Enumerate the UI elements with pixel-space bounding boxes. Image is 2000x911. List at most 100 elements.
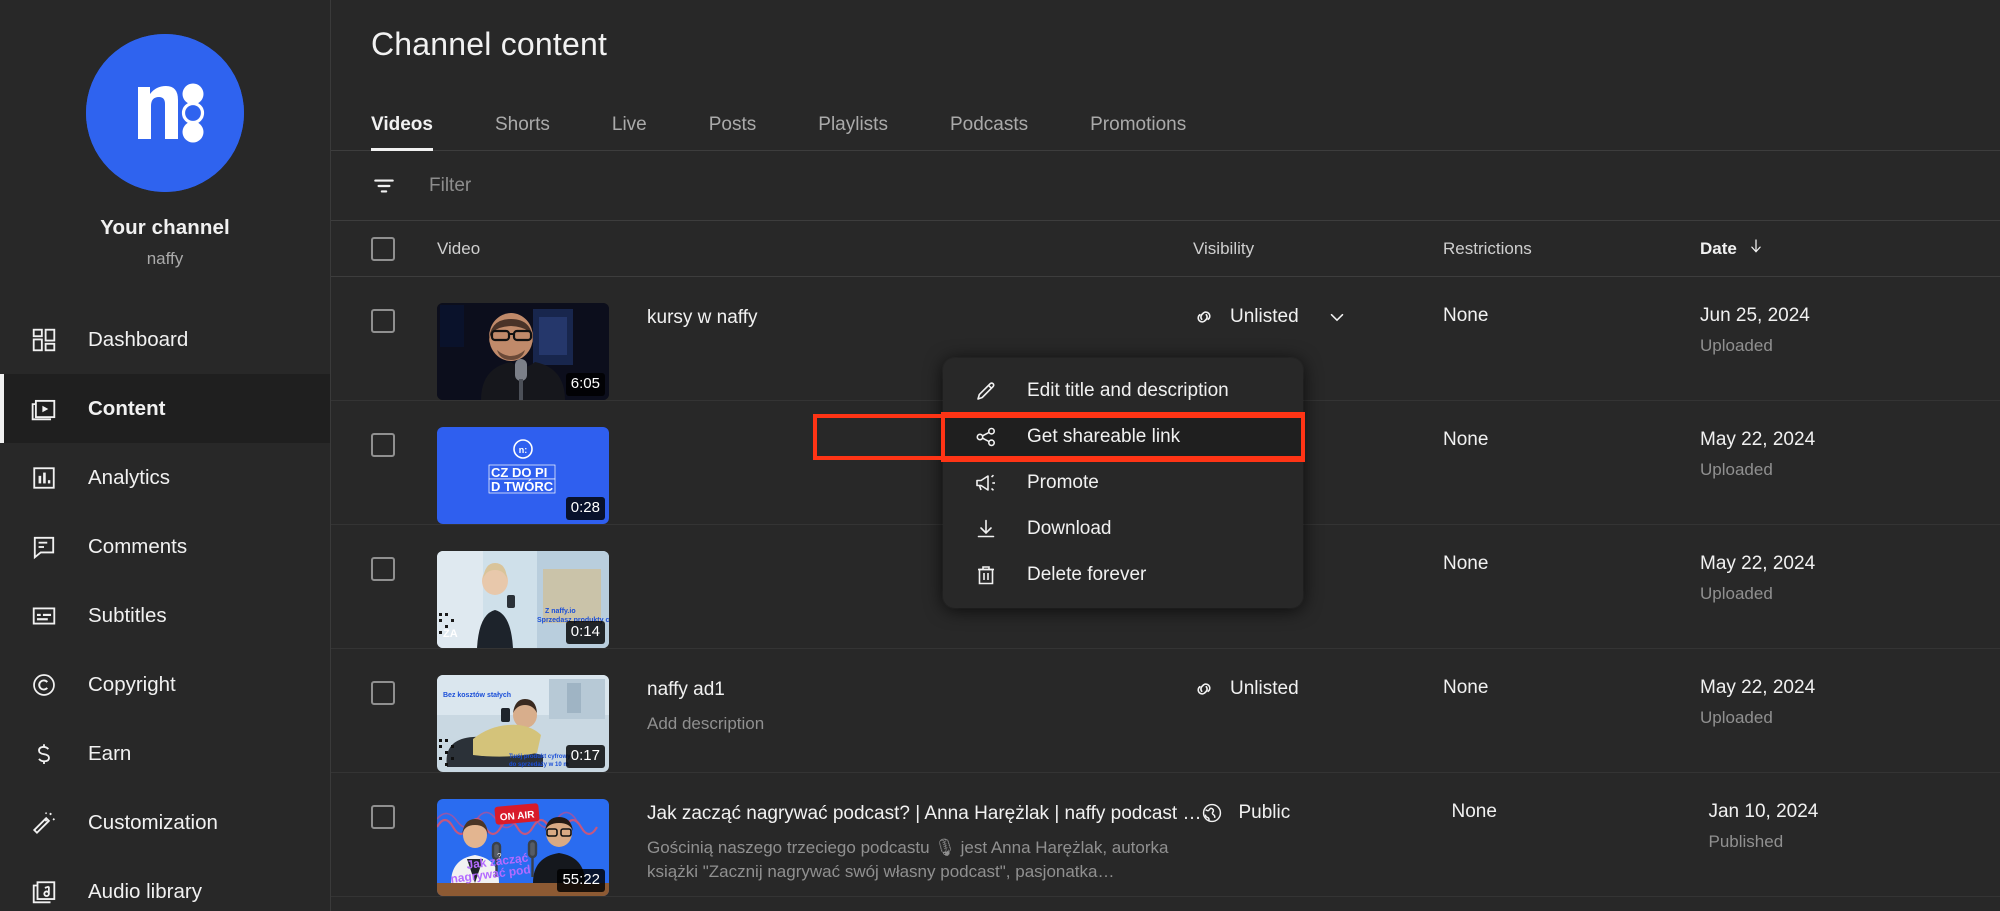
filter-icon[interactable] xyxy=(371,172,399,200)
column-header-date[interactable]: Date xyxy=(1700,237,2000,260)
video-duration: 0:28 xyxy=(565,497,605,520)
row-date-cell: May 22, 2024 Uploaded xyxy=(1700,551,2000,604)
svg-text:Z naffy.io: Z naffy.io xyxy=(545,608,576,615)
sidebar-item-subtitles[interactable]: Subtitles xyxy=(0,581,330,650)
magic-wand-icon xyxy=(22,810,66,836)
row-restrictions-cell: None xyxy=(1443,553,1489,574)
trash-icon xyxy=(973,563,999,587)
row-checkbox[interactable] xyxy=(371,681,395,705)
sidebar-item-audio-library[interactable]: Audio library xyxy=(0,857,330,911)
subtitles-icon xyxy=(22,603,66,629)
video-title[interactable]: naffy ad1 xyxy=(647,677,764,703)
sidebar-item-content[interactable]: Content xyxy=(0,374,330,443)
sidebar-item-earn[interactable]: Earn xyxy=(0,719,330,788)
row-visibility-cell[interactable]: Unlisted xyxy=(1193,675,1443,701)
video-thumbnail[interactable]: Z naffy.io Sprzedasz produkty cyfrowe ZA… xyxy=(437,551,609,648)
megaphone-icon xyxy=(973,471,999,495)
row-checkbox[interactable] xyxy=(371,557,395,581)
link-icon xyxy=(1193,677,1217,701)
svg-text:D TWÓRC: D TWÓRC xyxy=(491,479,554,494)
row-checkbox[interactable] xyxy=(371,805,395,829)
tab-label: Videos xyxy=(371,114,433,135)
sidebar: Your channel naffy Dashboard Content Ana… xyxy=(0,0,330,911)
audio-library-icon xyxy=(22,879,66,905)
row-visibility-cell[interactable]: Unlisted xyxy=(1193,303,1443,329)
tab-label: Playlists xyxy=(818,114,888,135)
youtube-studio-app: Your channel naffy Dashboard Content Ana… xyxy=(0,0,2000,911)
sidebar-nav: Dashboard Content Analytics Comments Sub… xyxy=(0,305,330,911)
row-date-cell: Jan 10, 2024 Published xyxy=(1708,799,2000,852)
context-menu-item-label: Edit title and description xyxy=(1027,380,1229,401)
context-menu-item-edit-title-and-description[interactable]: Edit title and description xyxy=(943,368,1303,414)
tab-live[interactable]: Live xyxy=(612,114,647,150)
chevron-down-icon[interactable] xyxy=(1326,306,1348,328)
context-menu-item-label: Delete forever xyxy=(1027,564,1147,585)
svg-text:Twój produkt cyfrowy: Twój produkt cyfrowy xyxy=(509,754,571,760)
content-icon xyxy=(22,396,66,422)
row-date: Jun 25, 2024 xyxy=(1700,305,1810,326)
video-description[interactable]: Add description xyxy=(647,712,764,737)
channel-title: Your channel xyxy=(100,216,230,239)
tab-shorts[interactable]: Shorts xyxy=(495,114,550,150)
globe-icon xyxy=(1201,801,1225,825)
video-thumbnail[interactable]: 6:05 xyxy=(437,303,609,400)
table-row[interactable]: Bez kosztów stałych Twój produkt cyfrowy… xyxy=(331,649,2000,773)
svg-text:Bez kosztów stałych: Bez kosztów stałych xyxy=(443,692,511,699)
video-title[interactable]: kursy w naffy xyxy=(647,305,758,331)
naffy-logo-icon xyxy=(86,34,244,192)
row-visibility-cell[interactable]: Public xyxy=(1201,799,1451,825)
row-restrictions-cell: None xyxy=(1443,305,1489,326)
context-menu-item-delete-forever[interactable]: Delete forever xyxy=(943,552,1303,598)
video-thumbnail[interactable]: Bez kosztów stałych Twój produkt cyfrowy… xyxy=(437,675,609,772)
sidebar-item-dashboard[interactable]: Dashboard xyxy=(0,305,330,374)
filter-input[interactable] xyxy=(429,174,849,197)
filter-bar xyxy=(331,151,2000,221)
video-thumbnail[interactable]: n: CZ DO PI D TWÓRC 0:28 xyxy=(437,427,609,524)
channel-avatar[interactable] xyxy=(86,34,244,192)
earn-dollar-icon xyxy=(22,741,66,767)
row-date-status: Uploaded xyxy=(1700,336,1773,355)
sidebar-item-label: Earn xyxy=(88,741,132,765)
video-thumbnail[interactable]: ON AIR Jak zacząć nagrywać pod ? 55:22 xyxy=(437,799,609,896)
context-menu-item-label: Promote xyxy=(1027,472,1099,493)
context-menu-item-download[interactable]: Download xyxy=(943,506,1303,552)
select-all-checkbox[interactable] xyxy=(371,236,395,261)
context-menu-item-promote[interactable]: Promote xyxy=(943,460,1303,506)
row-date: May 22, 2024 xyxy=(1700,553,1816,574)
tab-promotions[interactable]: Promotions xyxy=(1090,114,1186,150)
svg-text:do sprzedaży w 10 m: do sprzedaży w 10 m xyxy=(509,762,569,768)
tab-posts[interactable]: Posts xyxy=(709,114,757,150)
dashboard-icon xyxy=(22,327,66,353)
video-duration: 0:17 xyxy=(565,745,605,768)
tab-podcasts[interactable]: Podcasts xyxy=(950,114,1028,150)
sidebar-item-copyright[interactable]: Copyright xyxy=(0,650,330,719)
channel-block[interactable]: Your channel naffy xyxy=(0,20,330,275)
main-content: Channel content Videos Shorts Live Posts… xyxy=(330,0,2000,911)
row-date: May 22, 2024 xyxy=(1700,429,1816,450)
sidebar-item-label: Copyright xyxy=(88,672,176,696)
column-header-restrictions: Restrictions xyxy=(1443,238,1532,258)
column-header-date-label: Date xyxy=(1700,238,1737,258)
tab-label: Live xyxy=(611,114,647,135)
row-checkbox[interactable] xyxy=(371,433,395,457)
tab-playlists[interactable]: Playlists xyxy=(818,114,888,150)
analytics-icon xyxy=(22,465,66,491)
content-tabs: Videos Shorts Live Posts Playlists Podca… xyxy=(331,85,2000,151)
tab-label: Podcasts xyxy=(949,114,1029,135)
sidebar-item-label: Content xyxy=(88,396,166,420)
video-description[interactable]: Gościnią naszego trzeciego podcastu 🎙 je… xyxy=(647,836,1201,885)
sidebar-item-analytics[interactable]: Analytics xyxy=(0,443,330,512)
row-checkbox[interactable] xyxy=(371,309,395,333)
share-icon xyxy=(973,425,999,449)
table-row[interactable]: ON AIR Jak zacząć nagrywać pod ? 55:22 J… xyxy=(331,773,2000,897)
sidebar-item-label: Dashboard xyxy=(88,327,189,351)
tab-videos[interactable]: Videos xyxy=(371,114,433,151)
sidebar-item-comments[interactable]: Comments xyxy=(0,512,330,581)
context-menu-item-label: Download xyxy=(1027,518,1112,539)
channel-handle: naffy xyxy=(146,249,184,268)
video-title[interactable]: Jak zacząć nagrywać podcast? | Anna Harę… xyxy=(647,801,1201,827)
svg-text:CZ DO PI: CZ DO PI xyxy=(491,465,547,480)
svg-text:ZA: ZA xyxy=(443,628,458,640)
context-menu-item-get-shareable-link[interactable]: Get shareable link xyxy=(813,412,1305,462)
sidebar-item-customization[interactable]: Customization xyxy=(0,788,330,857)
